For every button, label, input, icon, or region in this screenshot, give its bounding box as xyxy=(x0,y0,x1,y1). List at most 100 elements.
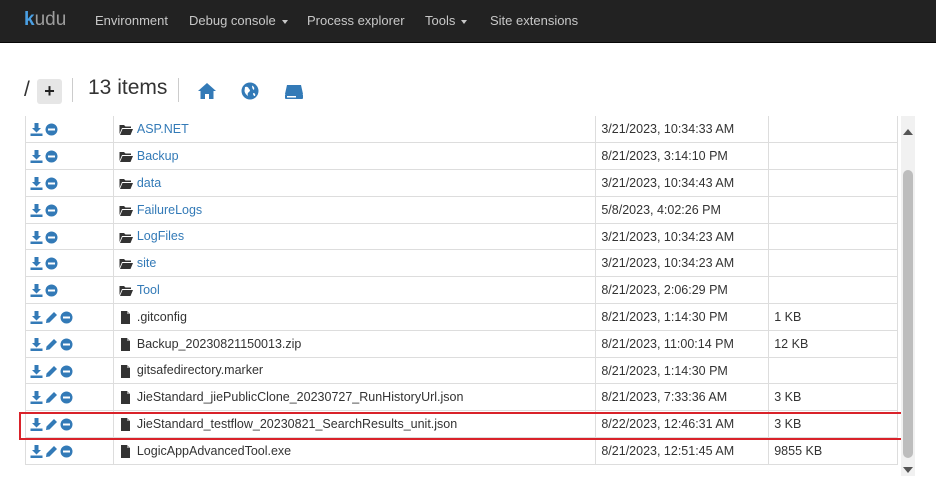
file-name-cell: ASP.NET xyxy=(112,116,597,144)
file-size xyxy=(768,142,898,171)
modified-date: 8/21/2023, 12:51:45 AM xyxy=(595,437,770,465)
file-size xyxy=(768,169,898,197)
download-icon[interactable] xyxy=(30,364,43,378)
delete-icon[interactable] xyxy=(60,391,73,404)
download-icon[interactable] xyxy=(30,445,43,459)
delete-icon[interactable] xyxy=(60,445,73,458)
download-icon[interactable] xyxy=(30,337,43,351)
nav-site-extensions[interactable]: Site extensions xyxy=(490,13,578,28)
file-size: 1 KB xyxy=(768,303,898,331)
divider xyxy=(72,78,73,102)
delete-icon[interactable] xyxy=(45,284,58,297)
file-name-cell: LogFiles xyxy=(112,222,597,251)
delete-icon[interactable] xyxy=(45,231,58,244)
file-name: LogicAppAdvancedTool.exe xyxy=(136,443,292,458)
table-row: gitsafedirectory.marker 8/21/2023, 1:14:3… xyxy=(25,356,898,385)
file-icon xyxy=(120,311,130,325)
nav-debug-console[interactable]: Debug console xyxy=(189,13,288,28)
edit-pencil-icon[interactable] xyxy=(45,445,58,458)
delete-icon[interactable] xyxy=(45,177,58,190)
scroll-up-arrow-icon[interactable] xyxy=(903,129,913,135)
edit-pencil-icon[interactable] xyxy=(45,338,58,351)
nav-tools[interactable]: Tools xyxy=(425,13,468,28)
table-row: Tool 8/21/2023, 2:06:29 PM xyxy=(25,276,898,305)
file-size xyxy=(768,276,898,305)
delete-icon[interactable] xyxy=(45,150,58,163)
row-actions xyxy=(25,249,114,278)
add-button[interactable]: + xyxy=(37,79,62,104)
file-size xyxy=(768,249,898,278)
delete-icon[interactable] xyxy=(60,338,73,351)
divider xyxy=(178,78,179,102)
delete-icon[interactable] xyxy=(60,311,73,324)
folder-link[interactable]: Tool xyxy=(137,283,160,297)
folder-open-icon xyxy=(119,205,133,216)
file-name-cell: .gitconfig xyxy=(112,303,597,331)
modified-date: 3/21/2023, 10:34:23 AM xyxy=(595,222,770,251)
folder-link[interactable]: FailureLogs xyxy=(137,203,202,217)
file-name-cell: data xyxy=(112,169,597,197)
table-row: FailureLogs 5/8/2023, 4:02:26 PM xyxy=(25,195,898,224)
table-row: site 3/21/2023, 10:34:23 AM xyxy=(25,249,898,278)
table-row: Backup_20230821150013.zip 8/21/2023, 11:0… xyxy=(25,329,898,358)
file-size: 9855 KB xyxy=(768,437,898,465)
edit-pencil-icon[interactable] xyxy=(45,311,58,324)
kudu-logo[interactable]: kudu xyxy=(24,9,66,31)
row-actions xyxy=(25,437,114,465)
download-icon[interactable] xyxy=(30,284,43,298)
table-row: LogFiles 3/21/2023, 10:34:23 AM xyxy=(25,222,898,251)
download-icon[interactable] xyxy=(30,150,43,164)
file-name-cell: JieStandard_jiePublicClone_20230727_RunH… xyxy=(112,383,597,412)
table-row: LogicAppAdvancedTool.exe 8/21/2023, 12:51… xyxy=(25,437,898,465)
file-name-cell: LogicAppAdvancedTool.exe xyxy=(112,437,597,465)
nav-process-explorer[interactable]: Process explorer xyxy=(307,13,405,28)
file-size xyxy=(768,222,898,251)
folder-open-icon xyxy=(119,232,133,243)
edit-pencil-icon[interactable] xyxy=(45,365,58,378)
modified-date: 8/21/2023, 1:14:30 PM xyxy=(595,303,770,331)
current-path[interactable]: / xyxy=(24,78,30,102)
folder-link[interactable]: ASP.NET xyxy=(137,122,189,136)
scroll-down-arrow-icon[interactable] xyxy=(903,467,913,473)
row-actions xyxy=(25,303,114,331)
row-actions xyxy=(25,195,114,224)
folder-link[interactable]: data xyxy=(137,176,161,190)
edit-pencil-icon[interactable] xyxy=(45,391,58,404)
folder-open-icon xyxy=(119,286,133,297)
delete-icon[interactable] xyxy=(45,123,58,136)
file-name-cell: Backup_20230821150013.zip xyxy=(112,329,597,358)
download-icon[interactable] xyxy=(30,230,43,244)
row-actions xyxy=(25,329,114,358)
delete-icon[interactable] xyxy=(60,365,73,378)
folder-open-icon xyxy=(119,259,133,270)
top-navbar: kudu Environment Debug console Process e… xyxy=(0,0,936,43)
folder-link[interactable]: site xyxy=(137,256,156,270)
file-icon xyxy=(120,445,130,459)
download-icon[interactable] xyxy=(30,257,43,271)
modified-date: 3/21/2023, 10:34:33 AM xyxy=(595,116,770,144)
folder-open-icon xyxy=(119,125,133,136)
modified-date: 8/21/2023, 7:33:36 AM xyxy=(595,383,770,412)
scrollbar-thumb[interactable] xyxy=(903,170,913,458)
drive-icon[interactable] xyxy=(283,80,305,102)
modified-date: 8/21/2023, 11:00:14 PM xyxy=(595,329,770,358)
file-name: Backup_20230821150013.zip xyxy=(136,336,302,351)
folder-link[interactable]: LogFiles xyxy=(137,229,184,243)
download-icon[interactable] xyxy=(30,391,43,405)
file-size xyxy=(768,116,898,144)
download-icon[interactable] xyxy=(30,177,43,191)
folder-link[interactable]: Backup xyxy=(137,149,179,163)
row-actions xyxy=(25,356,114,385)
download-icon[interactable] xyxy=(30,311,43,325)
file-size: 12 KB xyxy=(768,329,898,358)
download-icon[interactable] xyxy=(30,203,43,217)
globe-icon[interactable] xyxy=(239,80,261,102)
row-actions xyxy=(25,116,114,144)
file-name-cell: gitsafedirectory.marker xyxy=(112,356,597,385)
delete-icon[interactable] xyxy=(45,204,58,217)
download-icon[interactable] xyxy=(30,123,43,137)
nav-environment[interactable]: Environment xyxy=(95,13,168,28)
delete-icon[interactable] xyxy=(45,257,58,270)
caret-down-icon xyxy=(461,19,468,24)
home-icon[interactable] xyxy=(196,80,218,102)
